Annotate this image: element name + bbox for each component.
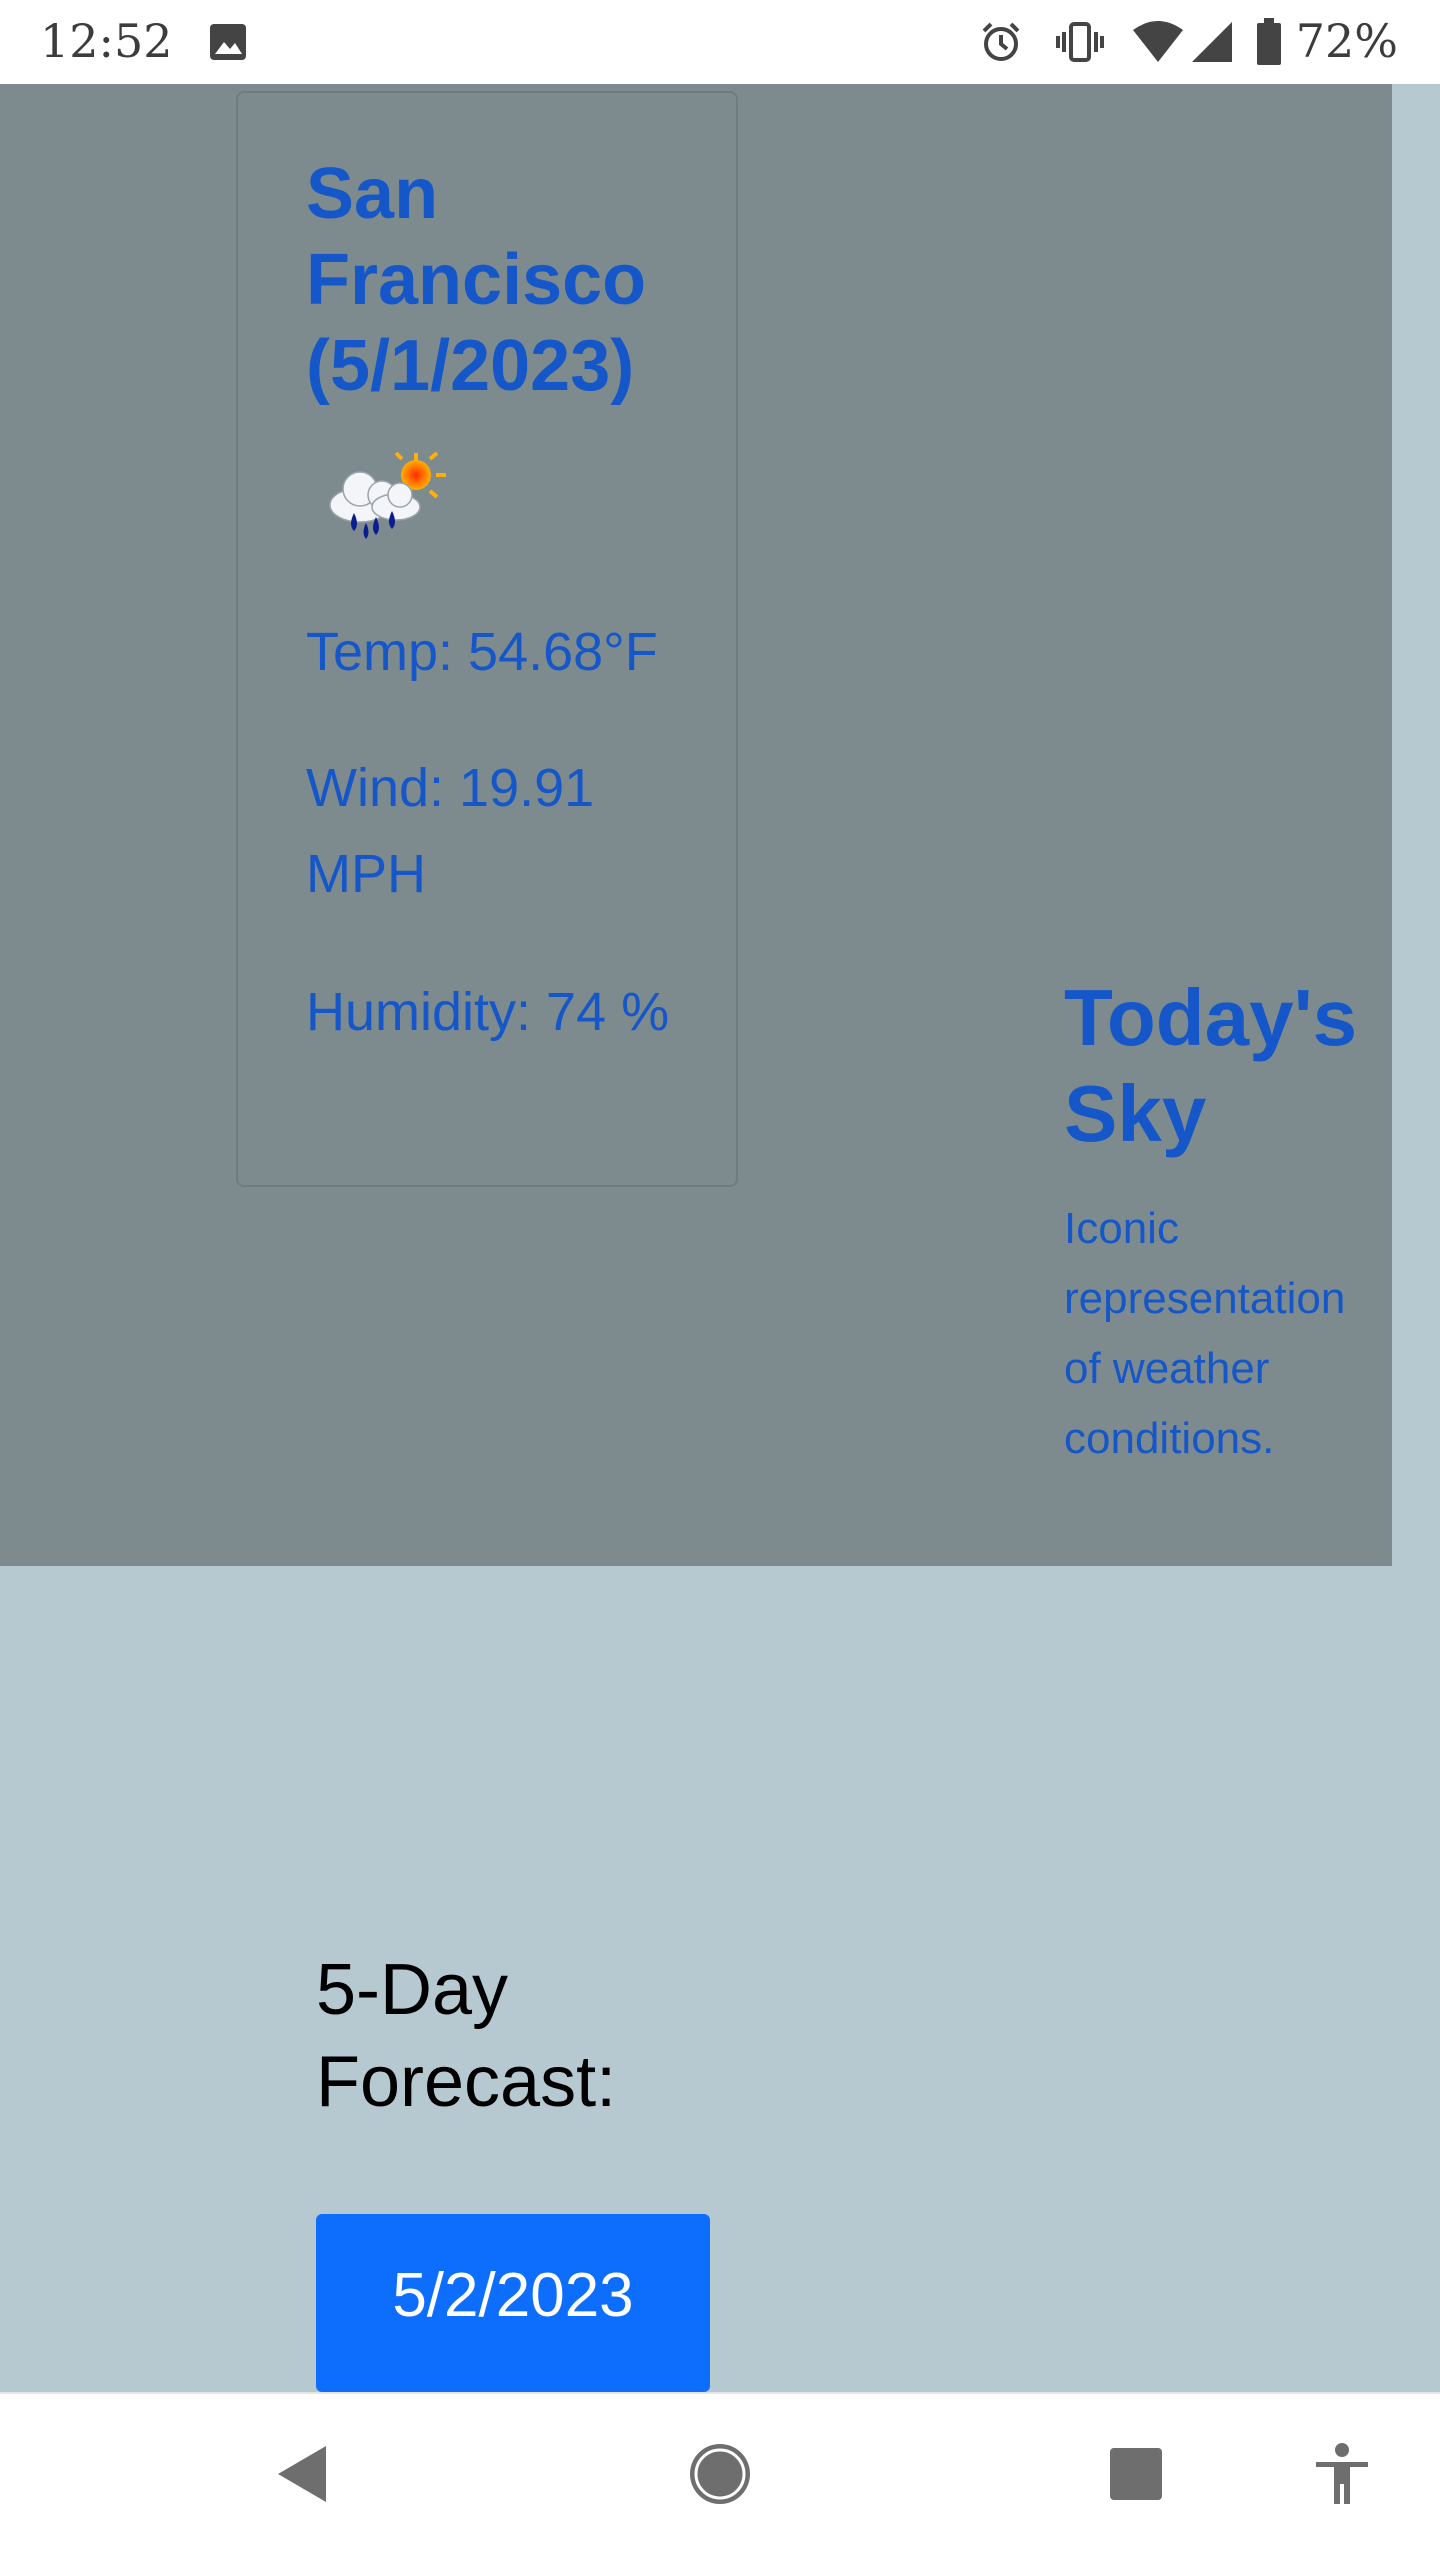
todays-sky-heading: Today's Sky <box>1064 973 1358 1158</box>
status-bar: 12:52 72% <box>0 0 1440 84</box>
forecast-day-button[interactable]: 5/2/2023 <box>316 2214 710 2392</box>
battery-icon <box>1254 18 1284 66</box>
rain-sun-cloud-icon <box>318 449 448 549</box>
status-time: 12:52 <box>40 14 173 68</box>
navigation-bar <box>0 2392 1440 2560</box>
home-icon[interactable] <box>680 2434 760 2514</box>
cell-signal-icon <box>1190 18 1234 66</box>
city-date-heading: San Francisco (5/1/2023) <box>306 154 647 406</box>
vibrate-icon <box>1054 18 1106 66</box>
battery-percent: 72% <box>1295 14 1398 68</box>
forecast-heading: 5-Day Forecast: <box>316 1950 617 2122</box>
wind-text: Wind: 19.91 MPH <box>306 758 595 904</box>
temperature-text: Temp: 54.68°F <box>306 622 658 682</box>
humidity-text: Humidity: 74 % <box>306 982 670 1042</box>
image-icon <box>206 18 250 66</box>
back-icon[interactable] <box>262 2434 342 2514</box>
wifi-icon <box>1130 18 1186 66</box>
alarm-icon <box>976 18 1026 66</box>
current-weather-card: San Francisco (5/1/2023) Temp: 54.68°F W… <box>236 91 738 1187</box>
accessibility-icon[interactable] <box>1302 2434 1382 2514</box>
todays-sky-description: Iconic representation of weather conditi… <box>1064 1204 1346 1463</box>
recents-icon[interactable] <box>1096 2434 1176 2514</box>
current-weather-section: San Francisco (5/1/2023) Temp: 54.68°F W… <box>0 84 1392 1566</box>
